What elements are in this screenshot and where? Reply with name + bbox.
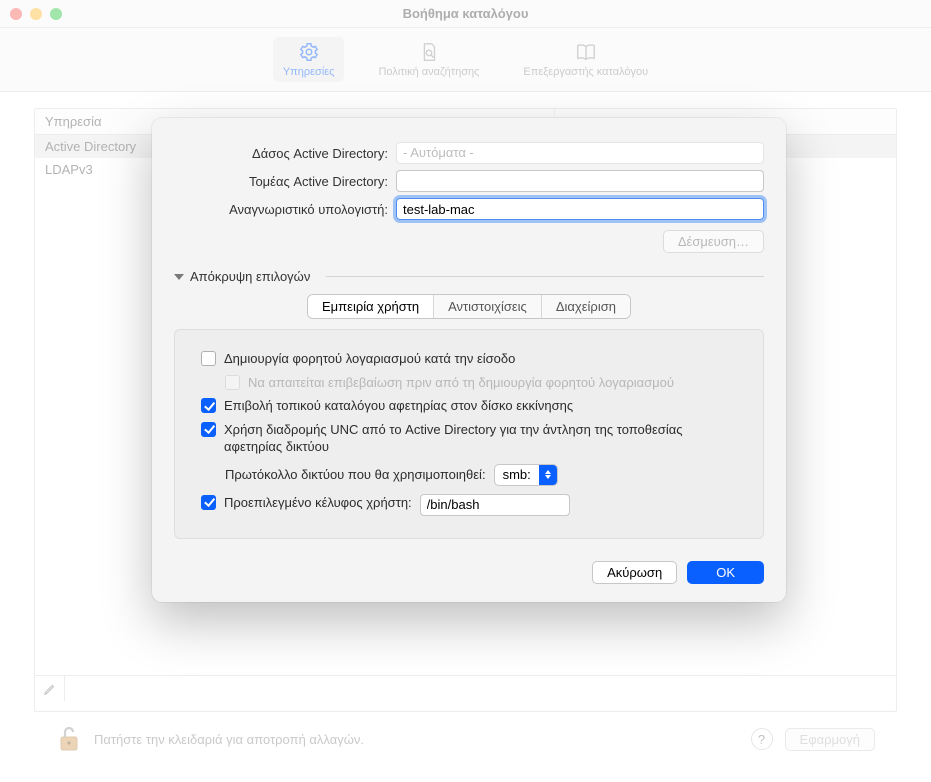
computer-id-input[interactable] (396, 198, 764, 220)
protocol-select[interactable]: smb: (494, 464, 558, 486)
lock-text: Πατήστε την κλειδαριά για αποτροπή αλλαγ… (94, 732, 739, 747)
forest-label: Δάσος Active Directory: (174, 146, 396, 161)
user-experience-panel: Δημιουργία φορητού λογαριασμού κατά την … (174, 329, 764, 539)
window-title: Βοήθημα καταλόγου (0, 6, 931, 21)
titlebar: Βοήθημα καταλόγου (0, 0, 931, 28)
apply-button[interactable]: Εφαρμογή (785, 728, 875, 751)
network-protocol-row: Πρωτόκολλο δικτύου που θα χρησιμοποιηθεί… (225, 464, 743, 486)
computer-id-label: Αναγνωριστικό υπολογιστή: (174, 202, 396, 217)
option-force-local-home[interactable]: Επιβολή τοπικού καταλόγου αφετηρίας στον… (201, 397, 743, 415)
option-label: Προεπιλεγμένο κέλυφος χρήστη: (224, 494, 412, 512)
toolbar: Υπηρεσίες Πολιτική αναζήτησης Επεξεργαστ… (0, 28, 931, 92)
cancel-button[interactable]: Ακύρωση (592, 561, 677, 584)
bottom-bar: Πατήστε την κλειδαριά για αποτροπή αλλαγ… (34, 712, 897, 766)
sheet-footer: Ακύρωση OK (174, 561, 764, 584)
tab-search-policy[interactable]: Πολιτική αναζήτησης (368, 37, 489, 82)
checkbox-mobile-account[interactable] (201, 351, 216, 366)
option-label: Δημιουργία φορητού λογαριασμού κατά την … (224, 350, 515, 368)
option-default-shell[interactable]: Προεπιλεγμένο κέλυφος χρήστη: (201, 494, 743, 516)
tab-directory-editor[interactable]: Επεξεργαστής καταλόγου (513, 37, 658, 82)
bind-button[interactable]: Δέσμευση… (663, 230, 764, 253)
form-row-computer-id: Αναγνωριστικό υπολογιστή: (174, 198, 764, 220)
hide-options-disclosure[interactable]: Απόκρυψη επιλογών (174, 269, 764, 284)
shell-path-input[interactable] (420, 494, 570, 516)
pencil-icon (43, 682, 57, 696)
option-use-unc-path[interactable]: Χρήση διαδρομής UNC από το Active Direct… (201, 421, 743, 456)
active-directory-sheet: Δάσος Active Directory: - Αυτόματα - Τομ… (152, 118, 786, 602)
option-label: Χρήση διαδρομής UNC από το Active Direct… (224, 421, 743, 456)
protocol-value: smb: (503, 467, 531, 482)
chevron-down-icon (174, 274, 184, 280)
disclosure-label: Απόκρυψη επιλογών (190, 269, 310, 284)
option-require-confirmation: Να απαιτείται επιβεβαίωση πριν από τη δη… (225, 374, 743, 392)
help-button[interactable]: ? (751, 728, 773, 750)
document-search-icon (418, 41, 440, 63)
divider (326, 276, 764, 277)
form-row-forest: Δάσος Active Directory: - Αυτόματα - (174, 142, 764, 164)
checkbox-use-unc-path[interactable] (201, 422, 216, 437)
option-mobile-account[interactable]: Δημιουργία φορητού λογαριασμού κατά την … (201, 350, 743, 368)
form-row-domain: Τομέας Active Directory: (174, 170, 764, 192)
ok-button[interactable]: OK (687, 561, 764, 584)
protocol-label: Πρωτόκολλο δικτύου που θα χρησιμοποιηθεί… (225, 466, 486, 484)
checkbox-default-shell[interactable] (201, 495, 216, 510)
gear-icon (298, 41, 320, 63)
tab-label: Υπηρεσίες (283, 66, 335, 78)
lock-open-icon[interactable] (56, 724, 82, 754)
cell-service: LDAPv3 (35, 158, 103, 181)
cell-service: Active Directory (35, 135, 146, 158)
updown-icon (539, 465, 557, 485)
option-label: Να απαιτείται επιβεβαίωση πριν από τη δη… (248, 374, 674, 392)
tab-label: Επεξεργαστής καταλόγου (523, 66, 648, 78)
checkbox-force-local-home[interactable] (201, 398, 216, 413)
forest-input[interactable]: - Αυτόματα - (396, 142, 764, 164)
option-label: Επιβολή τοπικού καταλόγου αφετηρίας στον… (224, 397, 573, 415)
tab-services[interactable]: Υπηρεσίες (273, 37, 345, 82)
domain-input[interactable] (396, 170, 764, 192)
edit-button[interactable] (35, 676, 65, 701)
tab-user-experience[interactable]: Εμπειρία χρήστη (308, 295, 434, 318)
checkbox-require-confirmation (225, 375, 240, 390)
domain-label: Τομέας Active Directory: (174, 174, 396, 189)
table-footer (35, 675, 896, 701)
tab-mappings[interactable]: Αντιστοιχίσεις (434, 295, 542, 318)
options-tabs: Εμπειρία χρήστη Αντιστοιχίσεις Διαχείρισ… (174, 294, 764, 319)
tab-label: Πολιτική αναζήτησης (378, 66, 479, 78)
book-icon (575, 41, 597, 63)
tab-administrative[interactable]: Διαχείριση (542, 295, 630, 318)
